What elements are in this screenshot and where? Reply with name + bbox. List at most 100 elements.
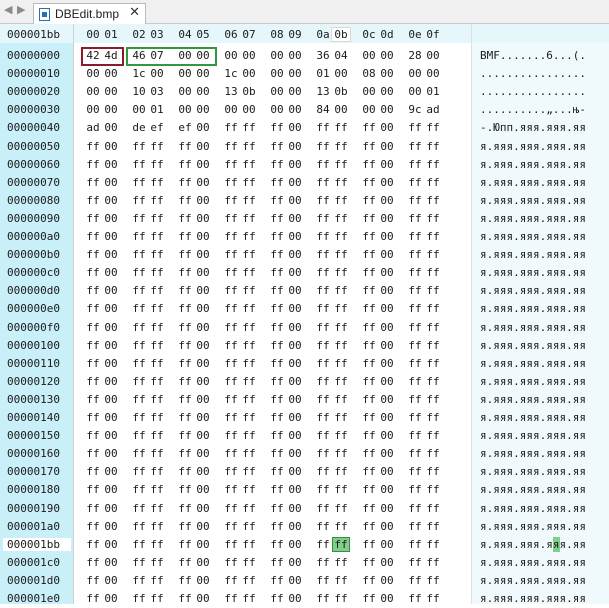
- hex-byte[interactable]: 00: [102, 447, 120, 460]
- hex-row[interactable]: 00000060 ff 00 ff ff ff 00 ff ff ff 00 ff ff ff 00 ff ff…: [0, 156, 609, 174]
- hex-byte[interactable]: 00: [378, 429, 396, 442]
- hex-byte[interactable]: ff: [268, 574, 286, 587]
- hex-byte[interactable]: 00: [286, 212, 304, 225]
- hex-byte[interactable]: ff: [406, 212, 424, 225]
- hex-byte[interactable]: 00: [424, 67, 442, 80]
- ascii-text[interactable]: я.яяя.яяя.яяя.яя: [480, 483, 586, 496]
- hex-byte[interactable]: ff: [314, 520, 332, 533]
- hex-byte[interactable]: ff: [424, 248, 442, 261]
- hex-byte[interactable]: ff: [148, 357, 166, 370]
- ascii-text[interactable]: ................: [480, 67, 586, 80]
- hex-byte[interactable]: ff: [222, 121, 240, 134]
- hex-byte[interactable]: ff: [240, 302, 258, 315]
- hex-byte[interactable]: ff: [360, 393, 378, 406]
- hex-byte[interactable]: ff: [268, 266, 286, 279]
- hex-byte[interactable]: ff: [240, 465, 258, 478]
- hex-byte[interactable]: ff: [84, 393, 102, 406]
- ascii-text[interactable]: я.яяя.яяя.яяя.яя: [480, 429, 586, 442]
- hex-byte[interactable]: ff: [314, 248, 332, 261]
- hex-byte[interactable]: ff: [130, 339, 148, 352]
- ascii-text[interactable]: я.яяя.яяя.яяя.яя: [480, 284, 586, 297]
- hex-byte[interactable]: ff: [268, 411, 286, 424]
- hex-byte[interactable]: 00: [194, 574, 212, 587]
- hex-byte[interactable]: ff: [360, 140, 378, 153]
- hex-byte[interactable]: ad: [424, 103, 442, 116]
- hex-byte[interactable]: ff: [268, 194, 286, 207]
- hex-byte[interactable]: 00: [176, 103, 194, 116]
- hex-byte[interactable]: ff: [314, 176, 332, 189]
- hex-byte[interactable]: ff: [268, 158, 286, 171]
- ascii-text[interactable]: я.яяя.яяя.яяя.яя: [480, 266, 586, 279]
- hex-byte[interactable]: 00: [378, 321, 396, 334]
- hex-byte[interactable]: ff: [148, 592, 166, 605]
- hex-byte[interactable]: 00: [286, 556, 304, 569]
- hex-byte[interactable]: ff: [240, 447, 258, 460]
- hex-byte[interactable]: ff: [148, 176, 166, 189]
- hex-row[interactable]: 000000b0 ff 00 ff ff ff 00 ff ff ff 00 ff ff ff 00 ff ff…: [0, 246, 609, 264]
- hex-byte[interactable]: 00: [194, 230, 212, 243]
- hex-byte[interactable]: ff: [314, 321, 332, 334]
- hex-byte[interactable]: ff: [148, 556, 166, 569]
- hex-byte[interactable]: 00: [286, 520, 304, 533]
- hex-byte[interactable]: 00: [286, 230, 304, 243]
- hex-byte[interactable]: 00: [378, 67, 396, 80]
- hex-byte[interactable]: ff: [360, 212, 378, 225]
- hex-byte[interactable]: ff: [130, 248, 148, 261]
- hex-byte[interactable]: 01: [314, 67, 332, 80]
- hex-byte[interactable]: ff: [176, 502, 194, 515]
- hex-byte[interactable]: ff: [268, 284, 286, 297]
- ascii-text[interactable]: я.яяя.яяя.яяя.яя: [480, 230, 586, 243]
- hex-byte[interactable]: 00: [194, 158, 212, 171]
- hex-byte[interactable]: ff: [406, 574, 424, 587]
- hex-row[interactable]: 000000f0 ff 00 ff ff ff 00 ff ff ff 00 ff ff ff 00 ff ff…: [0, 319, 609, 337]
- hex-byte[interactable]: ff: [130, 520, 148, 533]
- hex-byte[interactable]: 00: [286, 302, 304, 315]
- hex-byte[interactable]: ff: [130, 158, 148, 171]
- ascii-text[interactable]: BMF.......6...(.: [480, 49, 586, 62]
- hex-byte[interactable]: ff: [176, 393, 194, 406]
- ascii-text[interactable]: я.яяя.яяя.яяя.яя: [480, 357, 586, 370]
- hex-byte[interactable]: 00: [286, 321, 304, 334]
- hex-byte[interactable]: ff: [406, 284, 424, 297]
- hex-byte[interactable]: ff: [424, 302, 442, 315]
- hex-byte[interactable]: ff: [222, 176, 240, 189]
- hex-byte[interactable]: ff: [424, 429, 442, 442]
- ascii-text[interactable]: я.яяя.яяя.яяя.яя: [480, 592, 586, 605]
- hex-byte[interactable]: ff: [268, 121, 286, 134]
- hex-byte[interactable]: 00: [378, 574, 396, 587]
- hex-byte[interactable]: 00: [102, 103, 120, 116]
- hex-byte[interactable]: ff: [176, 465, 194, 478]
- hex-byte[interactable]: ff: [84, 375, 102, 388]
- hex-byte[interactable]: ff: [176, 574, 194, 587]
- hex-byte[interactable]: 00: [378, 483, 396, 496]
- hex-byte[interactable]: 84: [314, 103, 332, 116]
- hex-byte[interactable]: 00: [102, 592, 120, 605]
- hex-byte[interactable]: ff: [84, 284, 102, 297]
- hex-byte[interactable]: 9c: [406, 103, 424, 116]
- hex-byte[interactable]: ff: [424, 393, 442, 406]
- hex-byte[interactable]: 00: [194, 266, 212, 279]
- hex-row[interactable]: 00000030 00 00 00 01 00 00 00 00 00 00 84 00 00 00 9c ad…: [0, 101, 609, 119]
- hex-byte[interactable]: 00: [194, 121, 212, 134]
- hex-byte[interactable]: ff: [84, 411, 102, 424]
- hex-byte[interactable]: ff: [360, 411, 378, 424]
- hex-byte[interactable]: ff: [130, 502, 148, 515]
- hex-row[interactable]: 00000020 00 00 10 03 00 00 13 0b 00 00 13 0b 00 00 00 01…: [0, 83, 609, 101]
- hex-byte[interactable]: ff: [424, 321, 442, 334]
- hex-byte[interactable]: 00: [194, 429, 212, 442]
- hex-byte[interactable]: ff: [424, 339, 442, 352]
- hex-byte[interactable]: 00: [286, 194, 304, 207]
- triangle-right-icon[interactable]: ▶: [17, 3, 25, 16]
- hex-byte[interactable]: ff: [332, 266, 350, 279]
- hex-byte[interactable]: 00: [378, 212, 396, 225]
- hex-byte[interactable]: ff: [406, 357, 424, 370]
- hex-byte[interactable]: 00: [378, 556, 396, 569]
- hex-byte[interactable]: 00: [268, 49, 286, 62]
- hex-byte[interactable]: 00: [102, 266, 120, 279]
- hex-byte[interactable]: ff: [130, 230, 148, 243]
- hex-byte[interactable]: ff: [332, 465, 350, 478]
- hex-byte[interactable]: ff: [148, 447, 166, 460]
- hex-byte[interactable]: 00: [194, 502, 212, 515]
- hex-byte[interactable]: ff: [314, 140, 332, 153]
- hex-byte[interactable]: 04: [332, 49, 350, 62]
